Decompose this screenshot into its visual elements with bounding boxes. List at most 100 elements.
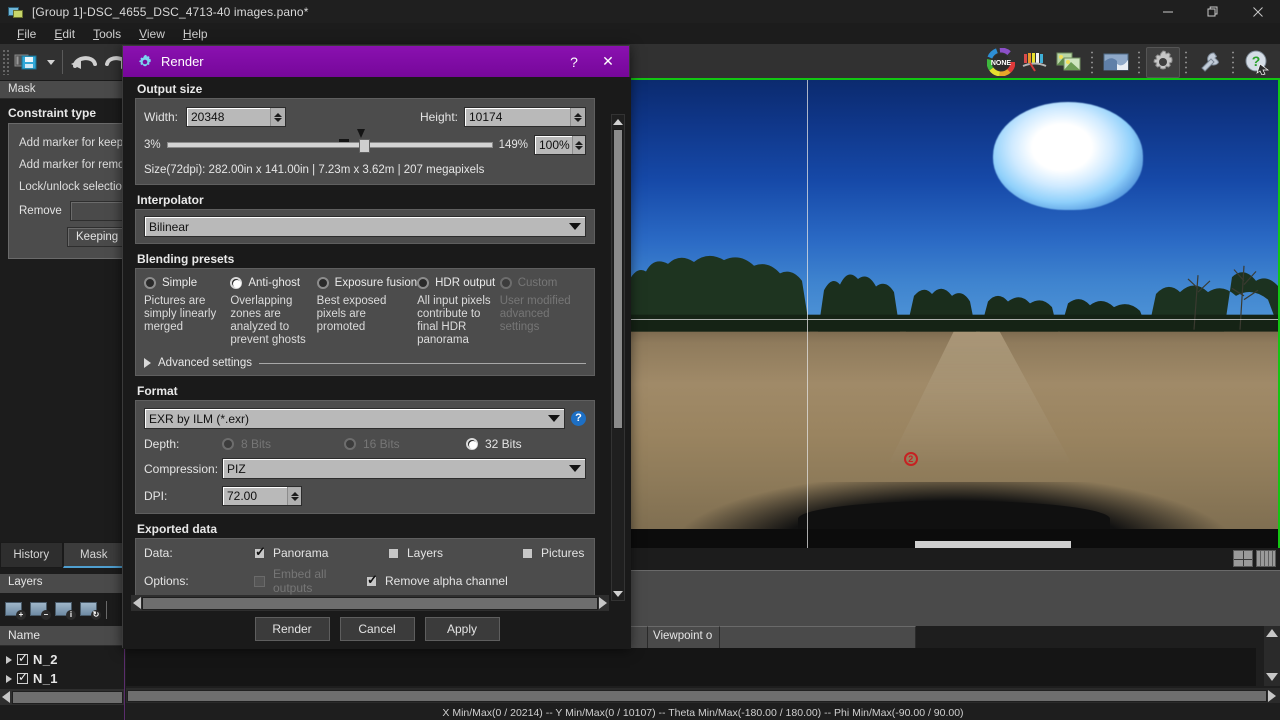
wrench-icon[interactable] [1193, 47, 1227, 78]
control-point-marker[interactable]: 2 [903, 451, 918, 466]
expand-triangle-icon[interactable] [6, 674, 12, 683]
scroll-up-arrow-icon[interactable] [612, 115, 624, 128]
save-project-icon[interactable] [10, 47, 44, 78]
panorama-icon[interactable] [1099, 47, 1133, 78]
scroll-right-arrow-icon[interactable] [1268, 689, 1276, 702]
menu-edit[interactable]: Edit [45, 25, 84, 43]
depth-option-32[interactable]: 32 Bits [466, 437, 522, 451]
format-help-icon[interactable]: ? [571, 411, 586, 426]
save-dropdown-caret[interactable] [44, 47, 58, 78]
layer-checkbox[interactable] [17, 651, 28, 665]
preset-hdr-output[interactable]: HDR output All input pixels contribute t… [417, 277, 500, 347]
toolbar-grip[interactable] [2, 49, 10, 75]
cancel-button[interactable]: Cancel [339, 617, 415, 641]
dpi-input[interactable] [222, 486, 302, 506]
scroll-thumb[interactable] [142, 596, 598, 610]
scroll-right-arrow-icon[interactable] [599, 597, 607, 609]
interpolator-select[interactable]: Bilinear [144, 216, 586, 237]
remove-image-icon[interactable]: – [29, 600, 51, 620]
tab-mask[interactable]: Mask [62, 542, 125, 568]
list-item[interactable]: N_2 [0, 650, 125, 669]
scroll-left-arrow-icon[interactable] [2, 691, 10, 703]
advanced-settings-toggle[interactable]: Advanced settings [144, 357, 586, 369]
height-input[interactable] [464, 107, 586, 127]
dpi-stepper[interactable] [287, 487, 301, 505]
table-hscrollbar[interactable] [126, 688, 1280, 703]
preset-simple[interactable]: Simple Pictures are simply linearly merg… [144, 277, 230, 347]
color-correction-icon[interactable] [1018, 47, 1052, 78]
refresh-image-icon[interactable]: ↻ [79, 600, 101, 620]
checkbox-pictures[interactable] [522, 547, 533, 559]
restore-button[interactable] [1190, 0, 1235, 23]
scroll-thumb[interactable] [127, 689, 1267, 702]
menu-help[interactable]: Help [174, 25, 217, 43]
width-input[interactable] [186, 107, 286, 127]
dpi-field[interactable] [223, 487, 288, 505]
preset-exposure-fusion[interactable]: Exposure fusion Best exposed pixels are … [316, 277, 417, 347]
radio-custom[interactable] [499, 277, 512, 289]
width-field[interactable] [187, 108, 271, 126]
data-option-panorama[interactable]: Panorama [254, 544, 388, 560]
zoom-percent-field[interactable] [535, 136, 573, 154]
format-select[interactable]: EXR by ILM (*.exr) [144, 408, 565, 429]
depth-option-8[interactable]: 8 Bits [222, 437, 344, 451]
expand-triangle-icon[interactable] [6, 655, 12, 664]
radio-32-bits[interactable] [466, 438, 478, 450]
help-question-icon[interactable]: ? [1240, 47, 1274, 78]
checkbox-remove-alpha-channel[interactable] [366, 572, 378, 588]
radio-anti-ghost[interactable] [230, 277, 243, 289]
radio-simple[interactable] [144, 277, 156, 289]
column-header-viewpoint[interactable]: Viewpoint o [648, 626, 720, 648]
dialog-close-button[interactable]: ✕ [591, 46, 625, 77]
zoom-slider[interactable] [166, 129, 493, 153]
radio-exposure-fusion[interactable] [316, 277, 329, 289]
minimize-button[interactable] [1145, 0, 1190, 23]
scroll-left-arrow-icon[interactable] [133, 597, 141, 609]
gear-icon[interactable] [1146, 46, 1180, 78]
checkbox-layers[interactable] [388, 547, 399, 559]
scroll-down-arrow-icon[interactable] [1264, 670, 1280, 684]
radio-8-bits[interactable] [222, 438, 234, 450]
slider-handle[interactable] [358, 139, 370, 153]
dialog-help-button[interactable]: ? [557, 46, 591, 77]
column-header-blank[interactable] [720, 626, 916, 648]
data-option-pictures[interactable]: Pictures [522, 546, 584, 560]
render-button[interactable]: Render [254, 617, 330, 641]
menu-file[interactable]: File [8, 25, 45, 43]
split-view-icon[interactable] [1233, 550, 1253, 567]
scroll-down-arrow-icon[interactable] [612, 587, 624, 600]
tab-history[interactable]: History [0, 542, 63, 568]
checkbox-embed-all-outputs[interactable] [254, 575, 265, 587]
width-stepper[interactable] [270, 108, 285, 126]
zoom-stepper[interactable] [572, 136, 585, 154]
grid-view-icon[interactable] [1256, 550, 1276, 567]
layer-checkbox[interactable] [17, 670, 28, 684]
option-embed-all[interactable]: Embed all outputs [254, 567, 366, 595]
layers-hscrollbar[interactable] [0, 689, 125, 705]
menu-tools[interactable]: Tools [84, 25, 130, 43]
scroll-thumb[interactable] [613, 129, 623, 429]
data-option-layers[interactable]: Layers [388, 546, 522, 560]
close-button[interactable] [1235, 0, 1280, 23]
depth-option-16[interactable]: 16 Bits [344, 437, 466, 451]
dialog-vscrollbar[interactable] [611, 114, 625, 601]
height-field[interactable] [465, 108, 571, 126]
scroll-thumb[interactable] [12, 690, 123, 704]
add-image-icon[interactable]: + [4, 600, 26, 620]
option-remove-alpha[interactable]: Remove alpha channel [366, 572, 508, 588]
height-stepper[interactable] [570, 108, 585, 126]
color-wheel-none-icon[interactable]: NONE [984, 47, 1018, 78]
zoom-percent-input[interactable] [534, 135, 586, 155]
scroll-up-arrow-icon[interactable] [1264, 626, 1280, 640]
radio-hdr-output[interactable] [417, 277, 430, 289]
preset-custom[interactable]: Custom User modified advanced settings [499, 277, 586, 347]
preset-anti-ghost[interactable]: Anti-ghost Overlapping zones are analyze… [230, 277, 316, 347]
menu-view[interactable]: View [130, 25, 174, 43]
radio-16-bits[interactable] [344, 438, 356, 450]
table-vscrollbar[interactable] [1264, 626, 1280, 686]
apply-button[interactable]: Apply [424, 617, 500, 641]
images-icon[interactable] [1052, 47, 1086, 78]
checkbox-panorama[interactable] [254, 544, 266, 560]
image-info-icon[interactable]: i [54, 600, 76, 620]
panorama-preview[interactable]: 2 [628, 78, 1280, 548]
